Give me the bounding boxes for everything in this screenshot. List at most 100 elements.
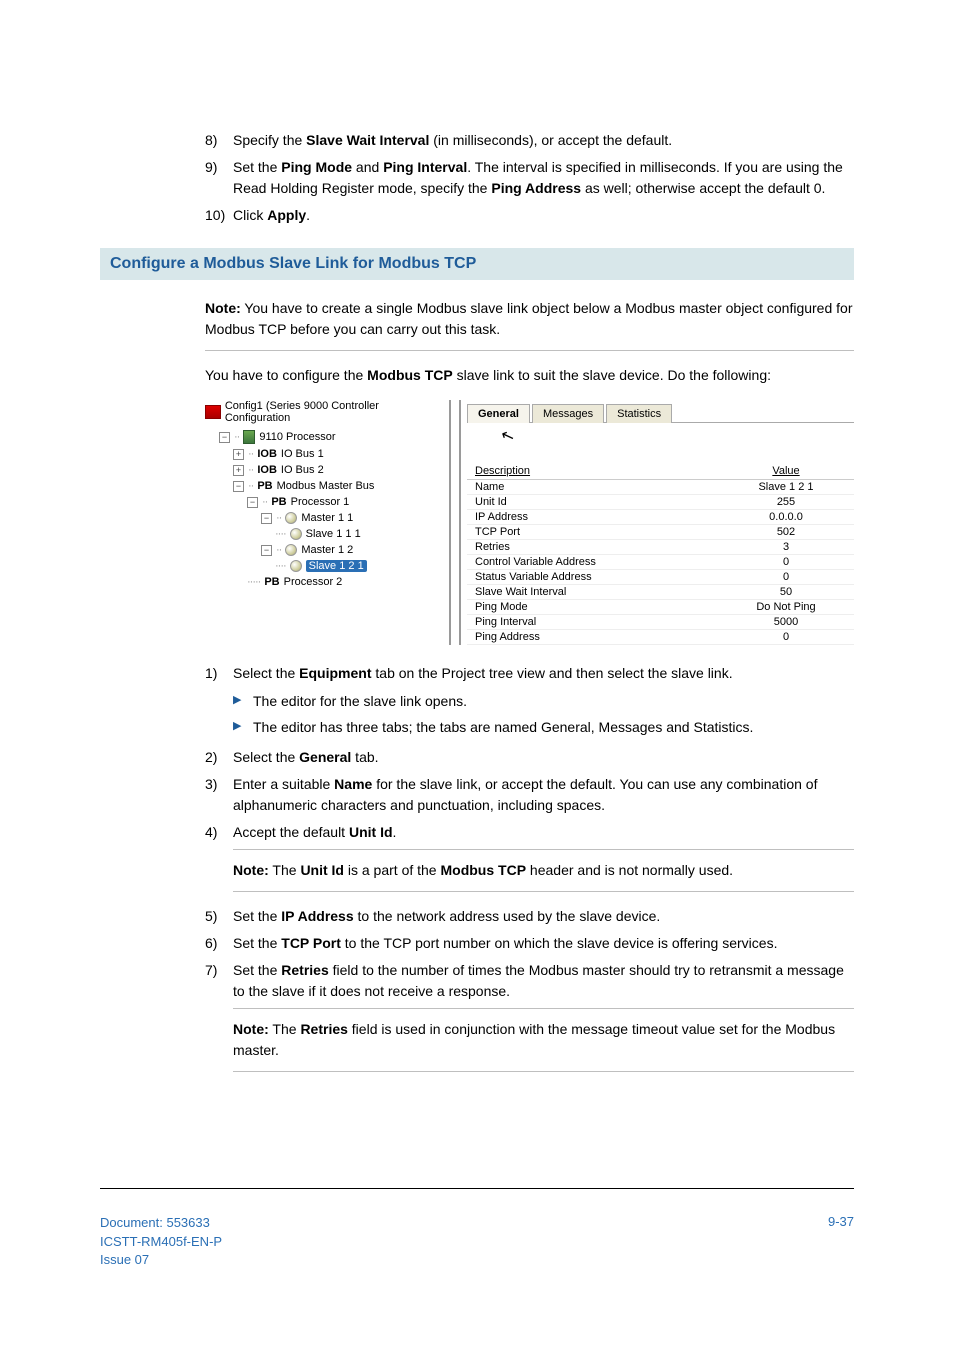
table-row[interactable]: IP Address0.0.0.0 [467,510,854,525]
step-text: Set the IP Address to the network addres… [233,906,854,927]
master-icon [285,512,297,524]
tree-node-master11[interactable]: − ·· Master 1 1 [205,510,445,526]
expand-toggle[interactable]: − [247,497,258,508]
table-row[interactable]: Ping Interval5000 [467,615,854,630]
tree-node-processor2[interactable]: ····· PB Processor 2 [205,574,445,590]
tree-label-selected: Slave 1 2 1 [306,560,367,572]
steps-top: 8) Specify the Slave Wait Interval (in m… [205,130,854,226]
step-text: Specify the Slave Wait Interval (in mill… [233,130,854,151]
tree-label: IO Bus 1 [281,448,324,460]
tree-label: Modbus Master Bus [277,480,375,492]
step-number: 4) [205,822,233,843]
tree-prefix: PB [264,576,279,588]
footer: Document: 553633 ICSTT-RM405f-EN-P Issue… [100,1214,854,1269]
expand-toggle[interactable]: + [233,449,244,460]
tree-node-processor1[interactable]: − ·· PB Processor 1 [205,494,445,510]
tree-node-modbus-master-bus[interactable]: − ·· PB Modbus Master Bus [205,478,445,494]
properties-tabs: General Messages Statistics [467,400,854,423]
table-row[interactable]: TCP Port502 [467,525,854,540]
tree-label: 9110 Processor [259,431,335,443]
note-unitid: Note: The Unit Id is a part of the Modbu… [233,849,854,892]
slave-icon [290,560,302,572]
tree-label: Processor 2 [284,576,343,588]
tree-prefix: PB [271,496,286,508]
slave-icon [290,528,302,540]
expand-toggle[interactable]: − [261,545,272,556]
config-icon [205,405,221,419]
tree-label: Master 1 1 [301,512,353,524]
footer-issue: Issue 07 [100,1251,222,1269]
step-text: Set the Ping Mode and Ping Interval. The… [233,157,854,199]
expand-toggle[interactable]: − [219,432,230,443]
note-retries: Note: The Retries field is used in conju… [233,1008,854,1072]
table-row[interactable]: Status Variable Address0 [467,570,854,585]
tree-node-slave111[interactable]: ···· Slave 1 1 1 [205,526,445,542]
step-text: Set the TCP Port to the TCP port number … [233,933,854,954]
step-text: Accept the default Unit Id. [233,822,854,843]
tab-general[interactable]: General [467,404,530,423]
tree-prefix: IOB [257,464,277,476]
steps-middle: 1) Select the Equipment tab on the Proje… [205,663,854,684]
step-text: Click Apply. [233,205,854,226]
tree-label: Slave 1 1 1 [306,528,361,540]
steps-after: 5) Set the IP Address to the network add… [205,906,854,1002]
column-value: Value [718,463,854,480]
tree-root[interactable]: Config1 (Series 9000 Controller Configur… [205,400,445,424]
step-number: 10) [205,205,233,226]
step-text: Enter a suitable Name for the slave link… [233,774,854,816]
master-icon [285,544,297,556]
step-number: 8) [205,130,233,151]
bullet-text: The editor for the slave link opens. [253,690,467,712]
step-number: 1) [205,663,233,684]
table-row[interactable]: Unit Id255 [467,495,854,510]
tree-node-iob2[interactable]: + ·· IOB IO Bus 2 [205,462,445,478]
tree-prefix: PB [257,480,272,492]
tab-messages[interactable]: Messages [532,404,604,423]
column-description: Description [467,463,718,480]
tree-label: Master 1 2 [301,544,353,556]
step-text: Set the Retries field to the number of t… [233,960,854,1002]
cursor-icon: ↖ [498,424,517,447]
tab-statistics[interactable]: Statistics [606,404,672,423]
footer-page: 9-37 [828,1214,854,1269]
step-number: 3) [205,774,233,816]
tree-root-label: Config1 (Series 9000 Controller Configur… [225,400,445,424]
lead-paragraph: You have to configure the Modbus TCP sla… [205,365,854,386]
expand-toggle[interactable]: + [233,465,244,476]
note-intro: Note: You have to create a single Modbus… [205,298,854,351]
section-header: Configure a Modbus Slave Link for Modbus… [100,248,854,280]
sub-bullets: ▶ The editor for the slave link opens. ▶… [233,690,854,739]
footer-rule [100,1188,854,1189]
bullet-arrow-icon: ▶ [233,690,253,711]
tree-prefix: IOB [257,448,277,460]
property-table: Description Value NameSlave 1 2 1 Unit I… [467,463,854,645]
footer-document: Document: 553633 [100,1214,222,1232]
step-number: 6) [205,933,233,954]
tree-node-iob1[interactable]: + ·· IOB IO Bus 1 [205,446,445,462]
tree-node-processor[interactable]: − ·· 9110 Processor [205,428,445,446]
table-row[interactable]: Ping ModeDo Not Ping [467,600,854,615]
tree-label: IO Bus 2 [281,464,324,476]
step-text: Select the Equipment tab on the Project … [233,663,854,684]
properties-panel: General Messages Statistics ↖ Descriptio… [459,400,854,645]
processor-icon [243,430,255,444]
table-row[interactable]: Slave Wait Interval50 [467,585,854,600]
expand-toggle[interactable]: − [261,513,272,524]
step-number: 7) [205,960,233,1002]
expand-toggle[interactable]: − [233,481,244,492]
step-number: 9) [205,157,233,199]
step-text: Select the General tab. [233,747,854,768]
tree-node-master12[interactable]: − ·· Master 1 2 [205,542,445,558]
footer-code: ICSTT-RM405f-EN-P [100,1233,222,1251]
bullet-text: The editor has three tabs; the tabs are … [253,716,753,738]
steps-middle-cont: 2) Select the General tab. 3) Enter a su… [205,747,854,843]
table-row[interactable]: Control Variable Address0 [467,555,854,570]
table-row[interactable]: NameSlave 1 2 1 [467,480,854,495]
table-row[interactable]: Ping Address0 [467,630,854,645]
tree-node-slave121-selected[interactable]: ···· Slave 1 2 1 [205,558,445,574]
table-row[interactable]: Retries3 [467,540,854,555]
step-number: 5) [205,906,233,927]
embedded-screenshot: Config1 (Series 9000 Controller Configur… [205,400,854,645]
tree-label: Processor 1 [291,496,350,508]
bullet-arrow-icon: ▶ [233,716,253,737]
